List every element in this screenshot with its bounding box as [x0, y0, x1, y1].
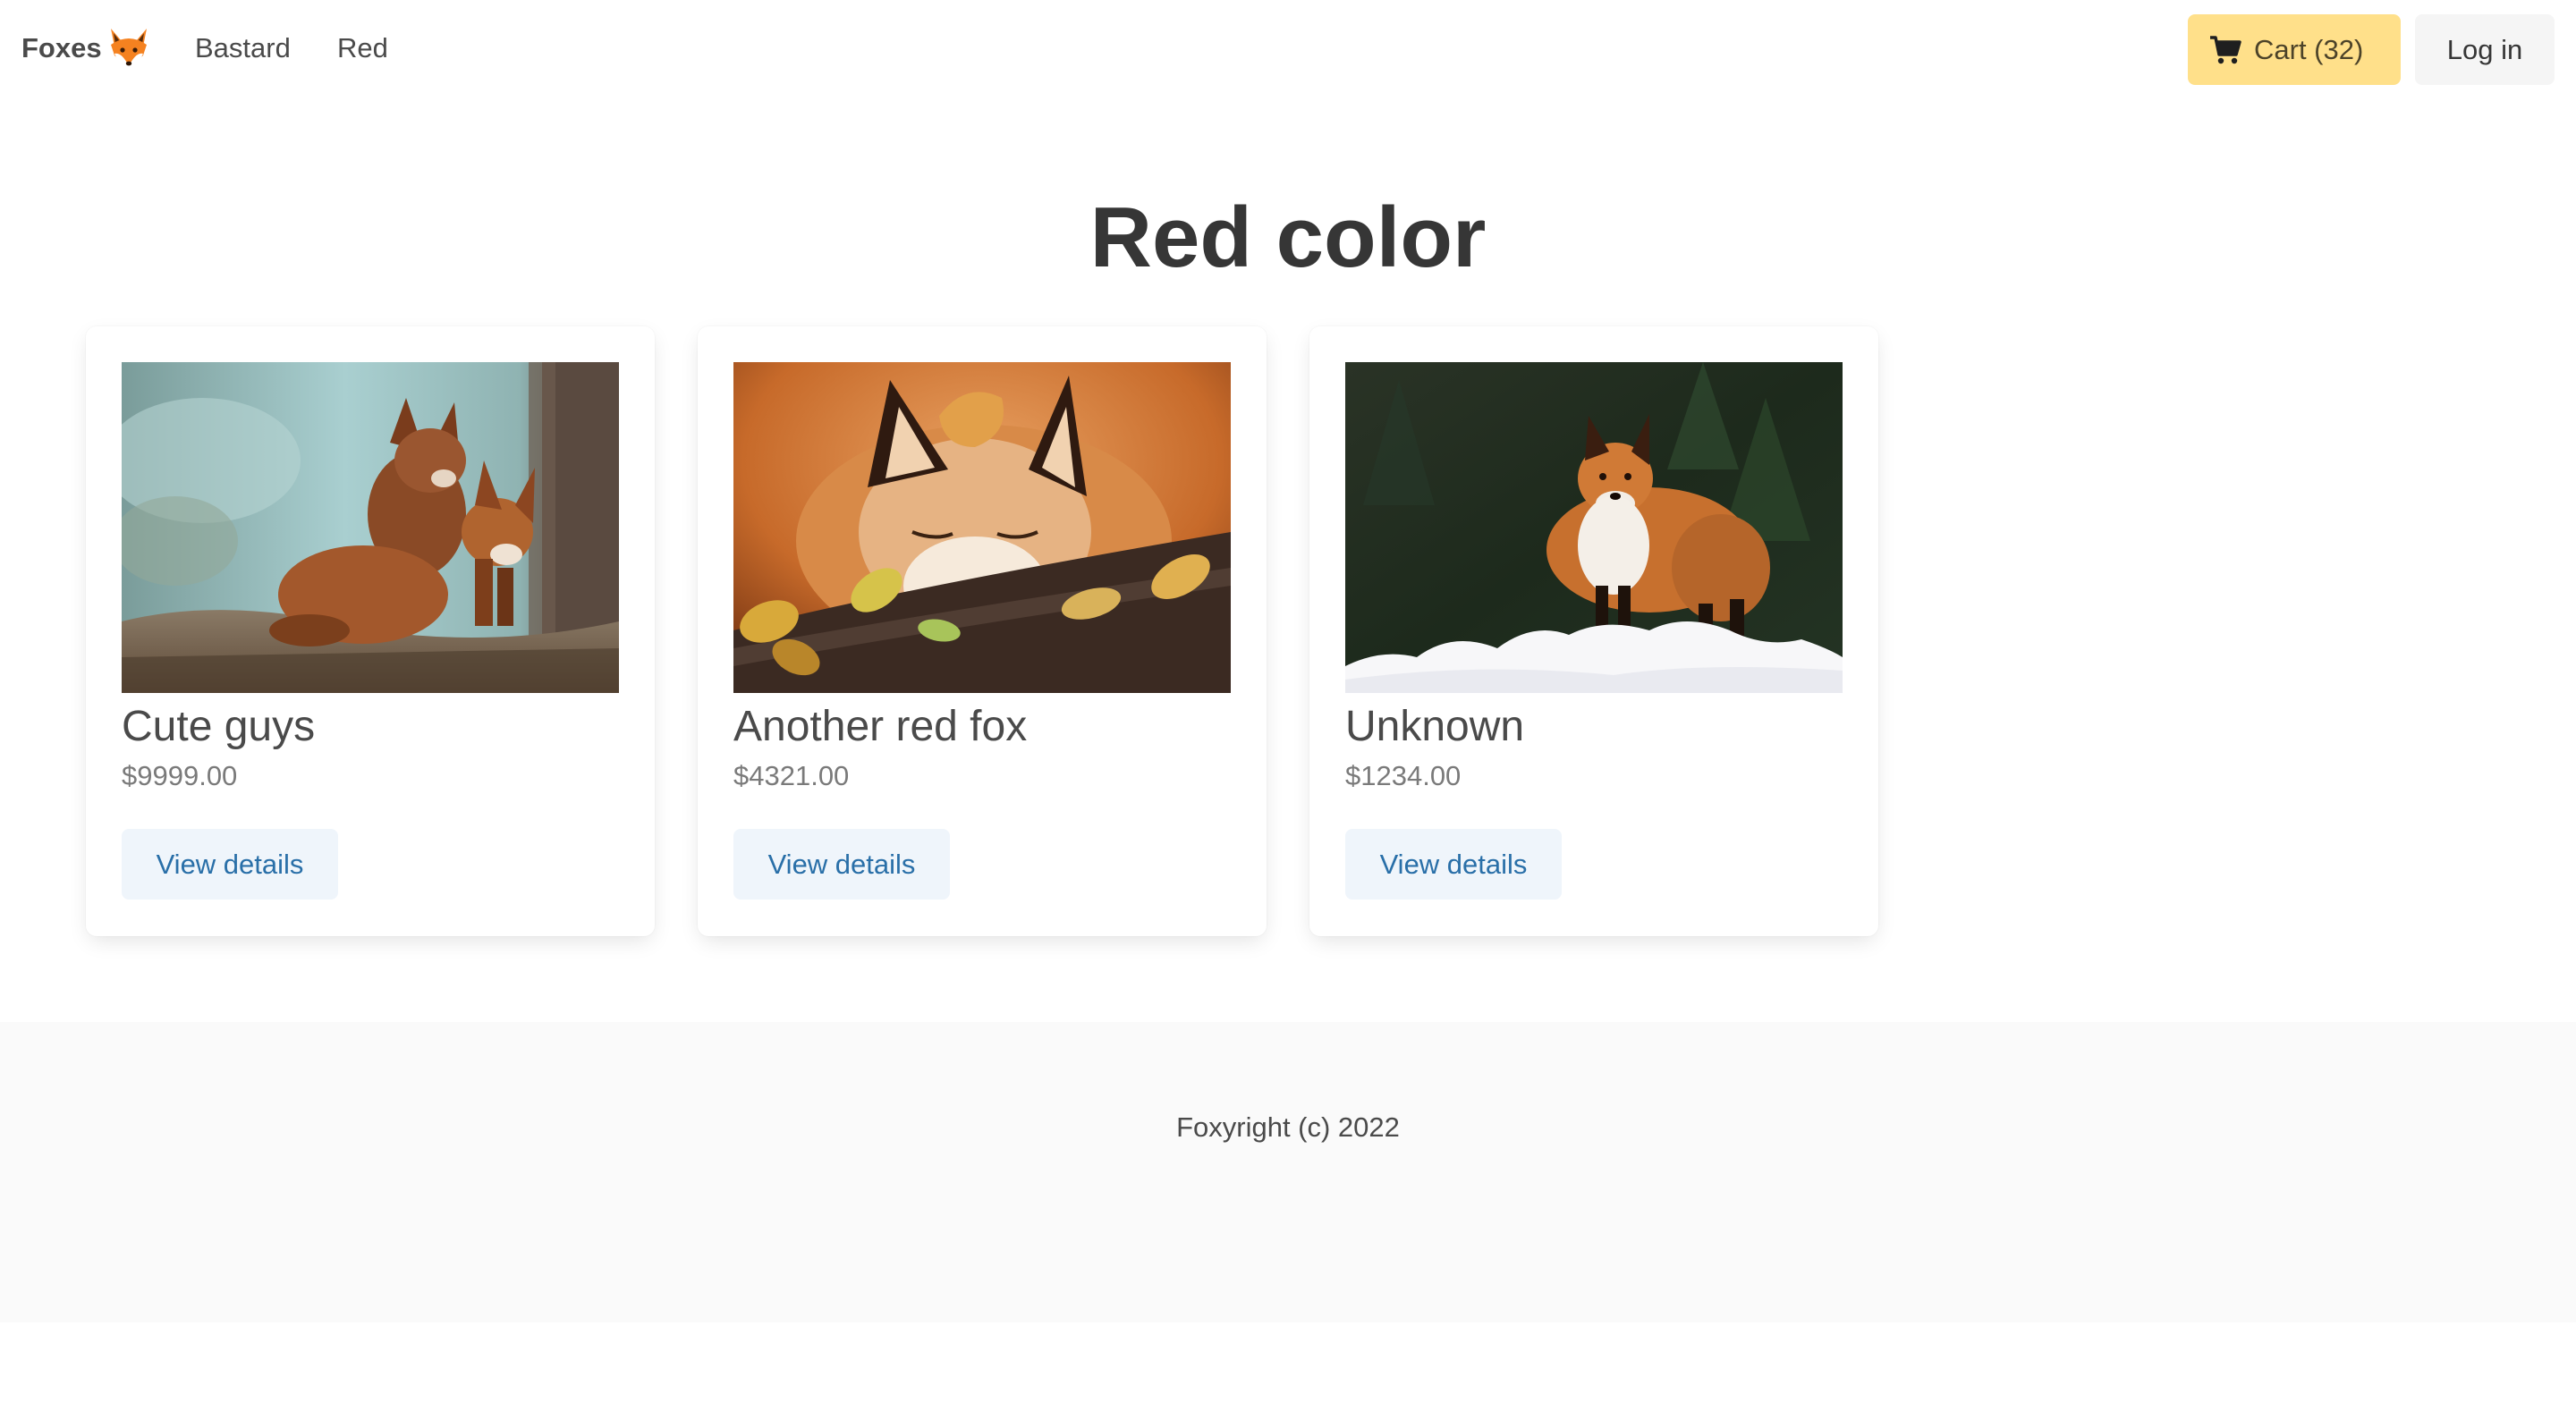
view-details-button[interactable]: View details [122, 829, 338, 900]
sleeping-fox-with-leaves-photo [733, 362, 1231, 693]
navbar: Foxes Bastard Red Cart (32) Log in [0, 0, 2576, 100]
footer-copyright: Foxyright (c) 2022 [1176, 1111, 1400, 1143]
product-card: Cute guys $9999.00 View details [86, 326, 655, 936]
nav-link-red[interactable]: Red [337, 32, 388, 64]
product-card: Another red fox $4321.00 View details [698, 326, 1267, 936]
product-name: Another red fox [733, 703, 1028, 750]
product-price: $1234.00 [1345, 760, 1462, 791]
product-price: $4321.00 [733, 760, 850, 791]
brand-label: Foxes [21, 32, 102, 63]
shopping-cart-icon [2209, 35, 2241, 65]
view-details-button[interactable]: View details [1345, 829, 1562, 900]
product-price: $9999.00 [122, 760, 238, 791]
cart-button[interactable]: Cart (32) [2188, 14, 2401, 85]
footer: Foxyright (c) 2022 [0, 1022, 2576, 1322]
page-title: Red color [1089, 190, 1487, 285]
cart-label: Cart (32) [2254, 33, 2364, 65]
nav-link-bastard[interactable]: Bastard [195, 32, 291, 64]
two-fox-cubs-photo [122, 362, 619, 693]
brand-link[interactable]: Foxes [21, 25, 150, 72]
product-name: Unknown [1345, 703, 1525, 750]
product-name: Cute guys [122, 703, 316, 750]
view-details-button[interactable]: View details [733, 829, 950, 900]
product-card: Unknown $1234.00 View details [1309, 326, 1878, 936]
login-button[interactable]: Log in [2415, 14, 2555, 85]
fox-emoji-icon [107, 25, 150, 72]
fox-in-snow-forest-photo [1345, 362, 1843, 693]
